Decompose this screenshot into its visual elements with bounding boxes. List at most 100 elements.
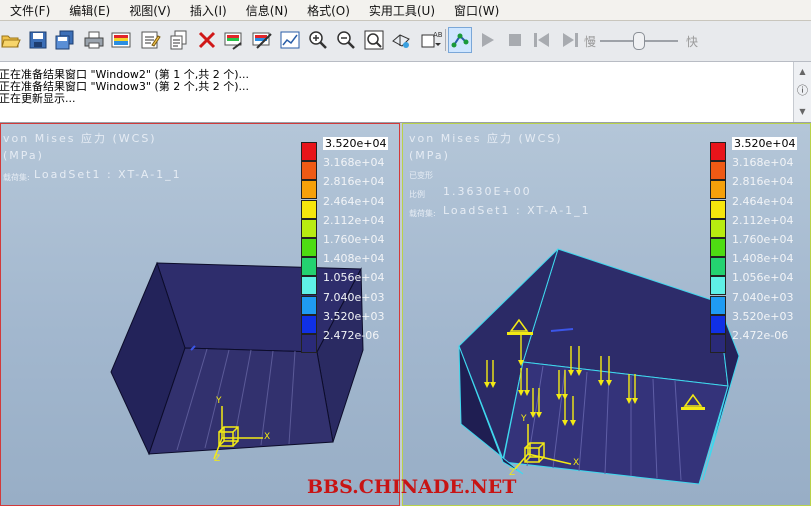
legend-value-label: 1.056e+04: [732, 271, 794, 285]
legend-color-swatch: [710, 295, 726, 315]
legend-color-swatch: [301, 334, 317, 353]
legend-color-swatch: [710, 238, 726, 257]
legend-value-label: 7.040e+03: [323, 290, 385, 304]
legend-color-swatch: [710, 257, 726, 277]
legend-value-label: 3.520e+04: [732, 137, 798, 150]
speed-fast-label: 快: [686, 35, 699, 49]
speed-slider-thumb[interactable]: [633, 32, 645, 50]
menu-file[interactable]: 文件(F): [0, 2, 59, 19]
axis-x-label: X: [573, 458, 580, 468]
legend-color-swatch: [710, 161, 726, 181]
legend-color-swatch: [710, 218, 726, 238]
refit-icon[interactable]: [363, 28, 385, 52]
menu-edit[interactable]: 编辑(E): [59, 2, 119, 19]
legend-value-label: 1.056e+04: [323, 271, 385, 285]
legend-value-label: 2.472e-06: [323, 329, 380, 342]
show-result-icon[interactable]: [223, 28, 245, 52]
result-window-left[interactable]: von Mises 应力 (WCS) (MPa) 载荷集: LoadSet1 :…: [0, 123, 400, 506]
legend-value-label: 2.464e+04: [732, 194, 794, 208]
scroll-up-icon[interactable]: ▲: [795, 64, 810, 78]
legend-color-swatch: [301, 295, 317, 315]
legend-value-label: 3.520e+04: [323, 137, 389, 150]
toolbar-separator: [445, 29, 446, 51]
result-unit-right: (MPa): [409, 149, 450, 162]
legend-value-label: 1.408e+04: [323, 252, 385, 266]
legend-color-swatch: [710, 334, 726, 353]
legend-value-label: 2.464e+04: [323, 194, 385, 208]
open-folder-icon[interactable]: [0, 28, 22, 52]
hide-result-icon[interactable]: [251, 28, 273, 52]
legend-color-swatch: [301, 142, 317, 161]
legend-color-swatch: [301, 199, 317, 219]
zoom-out-icon[interactable]: [335, 28, 357, 52]
legend-value-label: 1.760e+04: [732, 233, 794, 246]
first-frame-icon[interactable]: [531, 28, 553, 52]
orient-icon[interactable]: [390, 28, 412, 52]
graph-window-icon[interactable]: [279, 28, 301, 52]
scale-label: 比例: [409, 190, 425, 199]
watermark: BBS.CHINADE.NET: [307, 476, 517, 498]
legend-value-label: 2.112e+04: [323, 213, 385, 227]
result-window-right[interactable]: von Mises 应力 (WCS) (MPa) 已变形 比例 1.3630E+…: [402, 123, 811, 506]
loadset-value-right: LoadSet1 : XT-A-1_1: [443, 204, 591, 217]
edit-definition-icon[interactable]: [139, 28, 161, 52]
toolbar: AB 慢 快: [0, 21, 811, 62]
stop-icon[interactable]: [504, 28, 526, 52]
axis-x-label: X: [264, 432, 271, 442]
print-icon[interactable]: [83, 28, 105, 52]
zoom-in-icon[interactable]: [307, 28, 329, 52]
axis-z-label: Z: [214, 454, 221, 464]
message-scrollbar[interactable]: ▲ ⓘ ▼: [793, 62, 811, 122]
menu-utilities[interactable]: 实用工具(U): [359, 2, 444, 19]
message-line: 正在更新显示...: [0, 92, 76, 105]
loadset-value-left: LoadSet1 : XT-A-1_1: [34, 168, 182, 181]
legend-value-label: 3.520e+03: [323, 309, 385, 323]
legend-color-swatch: [301, 218, 317, 238]
legend-value-label: 2.472e-06: [732, 329, 789, 342]
animation-toggle-icon[interactable]: [448, 27, 472, 53]
legend-color-swatch: [710, 276, 726, 296]
menu-window[interactable]: 窗口(W): [444, 2, 508, 19]
result-title-left: von Mises 应力 (WCS): [3, 132, 157, 145]
legend-value-label: 3.168e+04: [732, 156, 794, 170]
deformed-label: 已变形: [409, 171, 433, 180]
menu-bar: 文件(F) 编辑(E) 视图(V) 插入(I) 信息(N) 格式(O) 实用工具…: [0, 0, 811, 21]
legend-value-label: 1.408e+04: [732, 252, 794, 266]
play-icon[interactable]: [476, 28, 498, 52]
legend-color-swatch: [301, 238, 317, 257]
menu-insert[interactable]: 插入(I): [180, 2, 236, 19]
legend-color-swatch: [301, 180, 317, 200]
copy-icon[interactable]: [168, 28, 190, 52]
legend-value-label: 3.168e+04: [323, 156, 385, 170]
result-unit-left: (MPa): [3, 149, 44, 162]
loadset-label-left: 载荷集:: [3, 173, 30, 182]
legend-color-swatch: [301, 161, 317, 181]
legend-value-label: 1.760e+04: [323, 233, 385, 246]
speed-slow-label: 慢: [584, 35, 597, 49]
legend-value-label: 3.520e+03: [732, 309, 794, 323]
scroll-info-icon[interactable]: ⓘ: [795, 83, 810, 97]
menu-view[interactable]: 视图(V): [119, 2, 180, 19]
scale-value: 1.3630E+00: [443, 185, 532, 198]
last-frame-icon[interactable]: [559, 28, 581, 52]
legend-color-swatch: [301, 257, 317, 277]
save-icon[interactable]: [27, 28, 49, 52]
loadset-label-right: 载荷集:: [409, 209, 436, 218]
axis-y-label: Y: [216, 396, 222, 406]
legend-color-swatch: [710, 314, 726, 334]
fringe-plot-icon[interactable]: [110, 28, 132, 52]
legend-color-swatch: [301, 314, 317, 334]
axis-y-label: Y: [521, 414, 527, 424]
legend-color-swatch: [301, 276, 317, 296]
menu-info[interactable]: 信息(N): [236, 2, 297, 19]
message-area: 正在准备结果窗口 "Window2" (第 1 个,共 2 个)... 正在准备…: [0, 62, 811, 123]
scroll-down-icon[interactable]: ▼: [795, 104, 810, 118]
save-copy-icon[interactable]: [54, 28, 76, 52]
menu-format[interactable]: 格式(O): [297, 2, 359, 19]
delete-icon[interactable]: [196, 28, 218, 52]
svg-text:AB: AB: [433, 31, 442, 39]
legend-value-label: 2.112e+04: [732, 213, 794, 227]
view-dropdown-icon[interactable]: AB: [420, 28, 442, 52]
legend-value-label: 7.040e+03: [732, 290, 794, 304]
result-title-right: von Mises 应力 (WCS): [409, 132, 563, 145]
